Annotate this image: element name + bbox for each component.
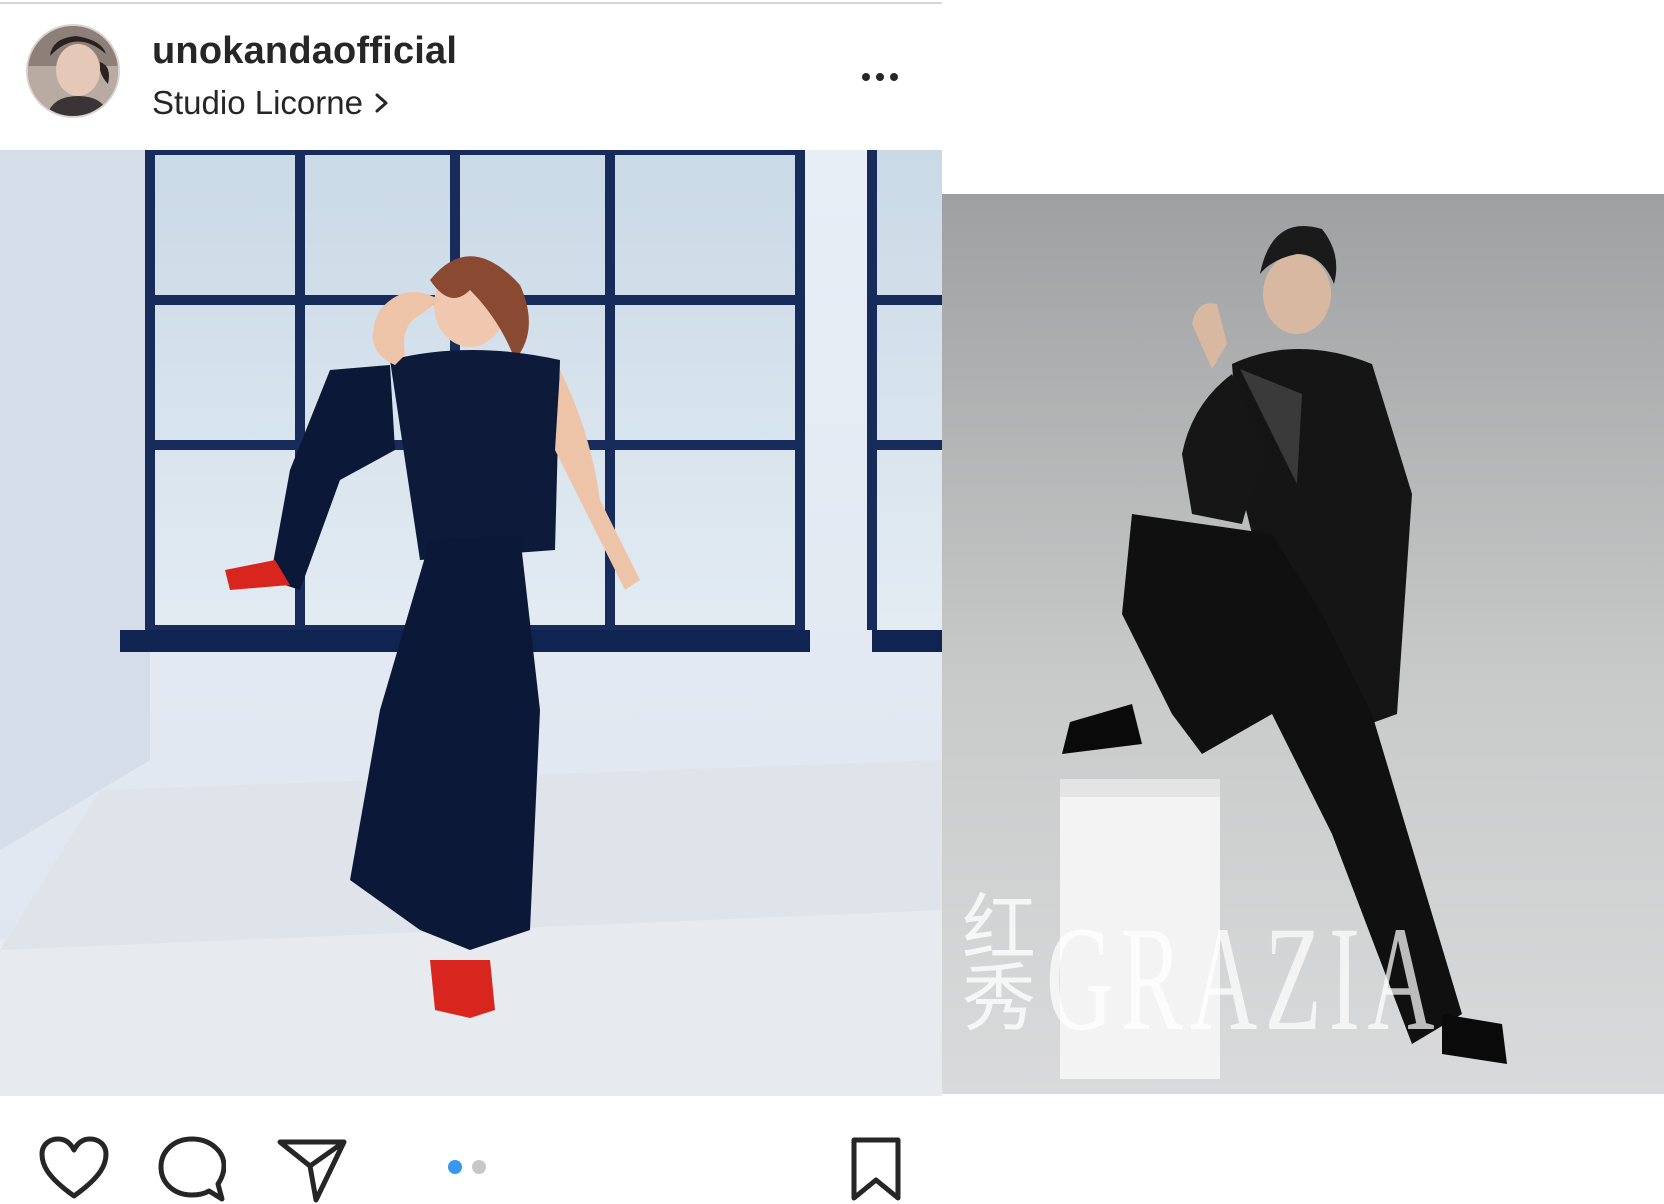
post-photo-image (0, 150, 942, 1096)
bookmark-icon[interactable] (850, 1136, 902, 1202)
avatar[interactable] (26, 24, 120, 118)
comment-icon[interactable] (158, 1136, 226, 1204)
more-options-icon[interactable] (852, 62, 908, 92)
magazine-watermark-cn: 红秀 (962, 886, 1036, 1042)
magazine-watermark: GRAZIA (1046, 896, 1442, 1062)
magazine-photo: 红秀 GRAZIA (942, 194, 1664, 1094)
post-actions (0, 1108, 942, 1203)
send-icon[interactable] (276, 1136, 348, 1204)
carousel-dot-active[interactable] (448, 1160, 462, 1174)
username[interactable]: unokandaofficial (152, 30, 457, 73)
heart-icon[interactable] (38, 1136, 110, 1202)
post-header: unokandaofficial Studio Licorne (0, 6, 942, 148)
carousel-indicator (448, 1160, 486, 1174)
location-link[interactable]: Studio Licorne (152, 84, 391, 122)
chevron-right-icon (375, 93, 388, 113)
post-photo[interactable] (0, 150, 942, 1096)
instagram-post: unokandaofficial Studio Licorne (0, 0, 942, 1203)
avatar-photo (28, 26, 118, 116)
location-label: Studio Licorne (152, 84, 363, 121)
divider (0, 2, 942, 4)
carousel-dot[interactable] (472, 1160, 486, 1174)
